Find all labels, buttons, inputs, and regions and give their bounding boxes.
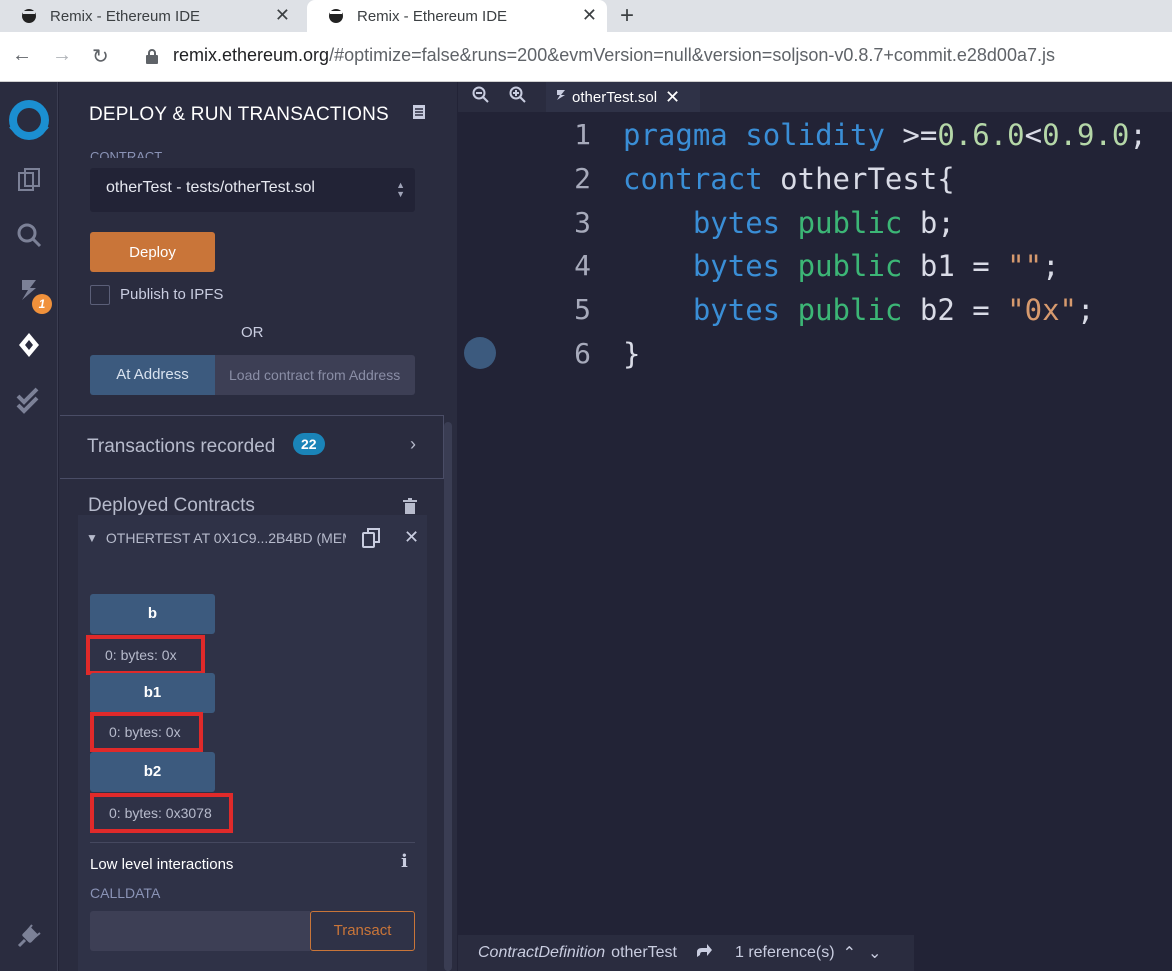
new-tab-icon[interactable]: + bbox=[620, 2, 634, 30]
function-output-b1: 0: bytes: 0x bbox=[90, 712, 203, 752]
or-separator: OR bbox=[241, 324, 264, 341]
browser-tab-title: Remix - Ethereum IDE bbox=[50, 7, 201, 25]
code-line-1: pragma solidity >=0.6.0<0.9.0; bbox=[623, 118, 1147, 152]
browser-tab-1[interactable]: Remix - Ethereum IDE ✕ bbox=[0, 0, 300, 32]
line-number: 5 bbox=[574, 293, 591, 326]
remix-logo-icon[interactable] bbox=[0, 96, 58, 148]
at-address-button[interactable]: At Address bbox=[90, 355, 215, 395]
code-line-4: bytes public b1 = ""; bbox=[692, 249, 1060, 283]
forward-icon[interactable]: → bbox=[52, 44, 72, 67]
function-output-b2: 0: bytes: 0x3078 bbox=[90, 793, 233, 833]
transact-button[interactable]: Transact bbox=[310, 911, 415, 951]
browser-tabbar: Remix - Ethereum IDE ✕ Remix - Ethereum … bbox=[0, 0, 1172, 32]
select-arrows-icon: ▲ ▼ bbox=[396, 180, 405, 199]
goto-definition-icon[interactable] bbox=[695, 943, 713, 964]
code-line-3: bytes public b; bbox=[692, 206, 955, 240]
remix-favicon-icon bbox=[327, 7, 345, 25]
status-definition-name: otherTest bbox=[611, 944, 677, 961]
editor-status-bar: ContractDefinition otherTest 1 reference… bbox=[458, 935, 914, 971]
deploy-run-icon[interactable] bbox=[0, 325, 58, 365]
info-icon[interactable]: i bbox=[401, 851, 408, 872]
tests-icon[interactable] bbox=[0, 380, 58, 420]
function-button-b[interactable]: b bbox=[90, 594, 215, 634]
documentation-icon[interactable] bbox=[412, 104, 426, 125]
publish-ipfs-label: Publish to IPFS bbox=[120, 286, 224, 303]
copy-icon[interactable] bbox=[361, 527, 381, 554]
deployed-instance-card: ▼ OTHERTEST AT 0X1C9...2B4BD (MEMORY) ✕ … bbox=[78, 515, 427, 971]
url-path: /#optimize=false&runs=200&evmVersion=nul… bbox=[329, 45, 1055, 65]
instance-title: OTHERTEST AT 0X1C9...2B4BD (MEMORY) bbox=[105, 530, 346, 546]
code-line-2: contract otherTest{ bbox=[623, 162, 955, 196]
remix-favicon-icon bbox=[20, 7, 38, 25]
code-editor: otherTest.sol ✕ 1 2 3 4 5 6 pragma solid… bbox=[458, 82, 1172, 971]
chevron-down-icon[interactable]: ⌄ bbox=[868, 943, 881, 963]
calldata-input[interactable] bbox=[90, 911, 310, 951]
at-address-input[interactable]: Load contract from Address bbox=[215, 355, 415, 395]
browser-tab-2[interactable]: Remix - Ethereum IDE ✕ bbox=[307, 0, 607, 32]
reload-icon[interactable]: ↻ bbox=[92, 44, 109, 69]
line-number: 2 bbox=[574, 162, 591, 195]
chevron-down-icon[interactable]: ▼ bbox=[86, 531, 98, 545]
close-icon[interactable]: ✕ bbox=[404, 527, 419, 548]
panel-scrollbar[interactable] bbox=[444, 422, 452, 971]
function-output-b: 0: bytes: 0x bbox=[86, 635, 205, 675]
calldata-label: CALLDATA bbox=[90, 885, 161, 901]
code-line-5: bytes public b2 = "0x"; bbox=[692, 293, 1095, 327]
instance-header[interactable]: ▼ OTHERTEST AT 0X1C9...2B4BD (MEMORY) bbox=[86, 530, 346, 546]
line-gutter: 1 2 3 4 5 6 bbox=[458, 112, 623, 943]
line-number: 4 bbox=[574, 249, 591, 282]
zoom-out-icon[interactable] bbox=[472, 86, 490, 109]
contract-label: CONTRACT bbox=[90, 149, 163, 158]
line-number: 6 bbox=[574, 337, 591, 370]
solidity-file-icon bbox=[556, 88, 566, 106]
search-icon[interactable] bbox=[0, 215, 58, 255]
url-field[interactable]: remix.ethereum.org/#optimize=false&runs=… bbox=[145, 45, 1055, 66]
contract-select[interactable]: otherTest - tests/otherTest.sol ▲ ▼ bbox=[90, 168, 415, 212]
compiler-badge: 1 bbox=[32, 294, 52, 314]
code-area[interactable]: pragma solidity >=0.6.0<0.9.0; contract … bbox=[623, 112, 1172, 943]
code-line-6: } bbox=[623, 337, 641, 371]
chevron-right-icon[interactable]: › bbox=[410, 434, 416, 455]
references-count[interactable]: 1 reference(s) bbox=[735, 944, 835, 962]
deploy-run-panel: DEPLOY & RUN TRANSACTIONS CONTRACT other… bbox=[59, 82, 457, 971]
tab-close-icon[interactable]: ✕ bbox=[275, 5, 290, 26]
deployed-contracts-label: Deployed Contracts bbox=[88, 495, 255, 516]
low-level-label: Low level interactions bbox=[90, 856, 234, 873]
browser-tab-title: Remix - Ethereum IDE bbox=[357, 7, 508, 25]
function-button-b2[interactable]: b2 bbox=[90, 752, 215, 792]
divider bbox=[90, 842, 415, 843]
back-icon[interactable]: ← bbox=[12, 44, 32, 67]
file-explorer-icon[interactable] bbox=[0, 160, 58, 200]
panel-title: DEPLOY & RUN TRANSACTIONS bbox=[89, 104, 389, 125]
line-number: 3 bbox=[574, 206, 591, 239]
transactions-count-badge: 22 bbox=[293, 433, 325, 455]
url-domain: remix.ethereum.org bbox=[173, 45, 330, 65]
icon-sidebar: 1 bbox=[0, 82, 58, 971]
tab-othertest-sol[interactable]: otherTest.sol ✕ bbox=[546, 82, 700, 112]
editor-tabbar: otherTest.sol ✕ bbox=[458, 82, 1172, 112]
close-icon[interactable]: ✕ bbox=[665, 87, 680, 108]
address-bar: ← → ↻ remix.ethereum.org/#optimize=false… bbox=[0, 32, 1172, 82]
function-button-b1[interactable]: b1 bbox=[90, 673, 215, 713]
plugin-manager-icon[interactable] bbox=[0, 916, 58, 956]
tab-close-icon[interactable]: ✕ bbox=[582, 5, 597, 26]
transactions-recorded-label: Transactions recorded bbox=[87, 436, 276, 457]
zoom-in-icon[interactable] bbox=[509, 86, 527, 109]
contract-select-value: otherTest - tests/otherTest.sol bbox=[106, 179, 315, 196]
transactions-recorded-section[interactable]: Transactions recorded 22 › bbox=[60, 415, 444, 479]
breakpoint-marker[interactable] bbox=[464, 337, 496, 369]
chevron-up-icon[interactable]: ⌃ bbox=[843, 943, 856, 963]
publish-ipfs-checkbox[interactable] bbox=[90, 285, 110, 305]
deploy-button[interactable]: Deploy bbox=[90, 232, 215, 272]
line-number: 1 bbox=[574, 118, 591, 151]
lock-icon bbox=[145, 48, 159, 64]
status-definition-kind: ContractDefinition bbox=[478, 944, 606, 961]
file-tab-label: otherTest.sol bbox=[572, 88, 658, 106]
